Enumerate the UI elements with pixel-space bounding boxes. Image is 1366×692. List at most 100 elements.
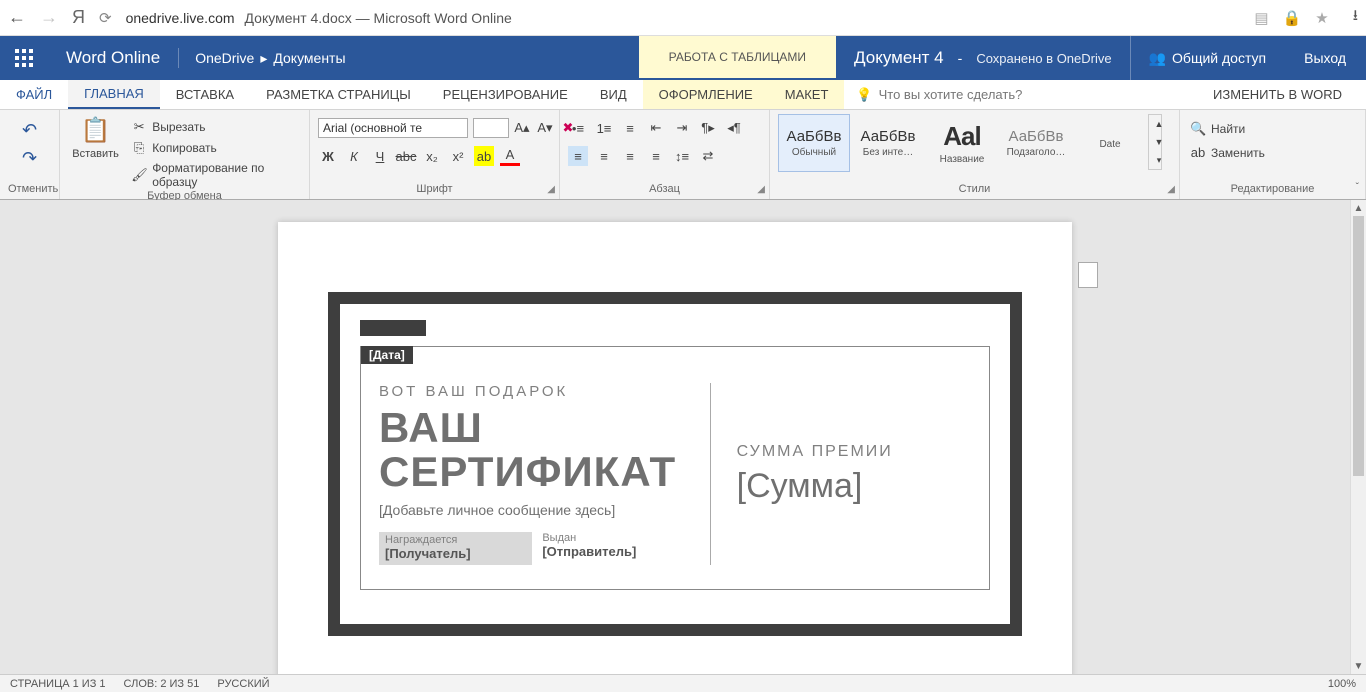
indent-icon[interactable]: ⇥	[672, 118, 692, 138]
tab-table-design[interactable]: ОФОРМЛЕНИЕ	[643, 80, 769, 109]
prize-value[interactable]: [Сумма]	[737, 467, 971, 506]
prize-label[interactable]: СУММА ПРЕМИИ	[737, 443, 971, 461]
tab-table-layout[interactable]: МАКЕТ	[769, 80, 845, 109]
download-icon[interactable]: ⭳	[1353, 5, 1358, 30]
cert-title[interactable]: ВАШСЕРТИФИКАТ	[379, 406, 684, 494]
superscript-icon[interactable]: x²	[448, 146, 468, 166]
zoom-level[interactable]: 100%	[1328, 678, 1356, 690]
paste-button[interactable]: 📋 Вставить	[68, 114, 123, 162]
address-bar[interactable]: onedrive.live.com Документ 4.docx — Micr…	[126, 10, 1241, 26]
shrink-font-icon[interactable]: A▾	[535, 118, 555, 138]
ltr-icon[interactable]: ¶▸	[698, 118, 718, 138]
kicker-text[interactable]: ВОТ ВАШ ПОДАРОК	[379, 383, 684, 400]
align-right-icon[interactable]: ≡	[620, 146, 640, 166]
tab-review[interactable]: РЕЦЕНЗИРОВАНИЕ	[427, 80, 584, 109]
vertical-scrollbar[interactable]: ▲ ▼	[1350, 200, 1366, 674]
scroll-up-icon[interactable]: ▲	[1351, 200, 1366, 216]
crumb-folder[interactable]: Документы	[273, 50, 345, 66]
scroll-thumb[interactable]	[1353, 216, 1364, 476]
table-handle[interactable]	[1078, 262, 1098, 288]
font-size-select[interactable]	[473, 118, 509, 138]
font-dialog-launcher[interactable]: ◢	[547, 184, 555, 195]
ribbon-collapse-icon[interactable]: ˇ	[1356, 182, 1359, 193]
tell-me-search[interactable]: 💡 Что вы хотите сделать?	[844, 80, 1034, 109]
tab-home[interactable]: ГЛАВНАЯ	[68, 80, 160, 109]
word-count[interactable]: СЛОВ: 2 ИЗ 51	[124, 678, 200, 690]
align-left-icon[interactable]: ≡	[568, 146, 588, 166]
tab-view[interactable]: ВИД	[584, 80, 643, 109]
language-indicator[interactable]: РУССКИЙ	[217, 678, 269, 690]
font-color-icon[interactable]: A	[500, 146, 520, 166]
app-name[interactable]: Word Online	[48, 48, 179, 68]
back-icon[interactable]: ←	[8, 7, 26, 28]
cut-button[interactable]: ✂Вырезать	[129, 118, 301, 136]
saved-status: Сохранено в OneDrive	[976, 51, 1111, 66]
styles-expand[interactable]: ▾	[1149, 151, 1169, 169]
app-launcher-icon[interactable]	[0, 36, 48, 80]
styles-scroll-down[interactable]: ▼	[1149, 133, 1169, 151]
paste-icon: 📋	[81, 116, 111, 145]
copy-button[interactable]: ⎘Копировать	[129, 139, 301, 157]
share-label: Общий доступ	[1172, 50, 1266, 66]
bookmark-icon[interactable]: ★	[1315, 9, 1328, 27]
highlight-icon[interactable]: ab	[474, 146, 494, 166]
document-name[interactable]: Документ 4	[854, 48, 944, 68]
bullets-icon[interactable]: •≡	[568, 118, 588, 138]
yandex-logo[interactable]: Я	[72, 7, 85, 28]
subscript-icon[interactable]: x₂	[422, 146, 442, 166]
line-spacing-icon[interactable]: ↕≡	[672, 146, 692, 166]
reload-icon[interactable]: ⟳	[99, 9, 112, 27]
personal-message[interactable]: [Добавьте личное сообщение здесь]	[379, 502, 684, 518]
chevron-right-icon: ▸	[260, 50, 267, 67]
replace-button[interactable]: abЗаменить	[1188, 144, 1267, 161]
sender-cell[interactable]: Выдан [Отправитель]	[542, 532, 683, 565]
tell-me-placeholder: Что вы хотите сделать?	[879, 87, 1023, 102]
lock-icon[interactable]: 🔒	[1283, 9, 1302, 27]
page-indicator[interactable]: СТРАНИЦА 1 ИЗ 1	[10, 678, 106, 690]
special-indent-icon[interactable]: ⇄	[698, 146, 718, 166]
crumb-onedrive[interactable]: OneDrive	[195, 50, 254, 66]
underline-icon[interactable]: Ч	[370, 146, 390, 166]
signout-link[interactable]: Выход	[1284, 50, 1366, 66]
recipient-cell[interactable]: Награждается [Получатель]	[379, 532, 532, 565]
align-center-icon[interactable]: ≡	[594, 146, 614, 166]
decor-bar	[360, 320, 426, 336]
date-field[interactable]: [Дата]	[361, 346, 413, 364]
page[interactable]: [Дата] ВОТ ВАШ ПОДАРОК ВАШСЕРТИФИКАТ [До…	[278, 222, 1072, 674]
styles-dialog-launcher[interactable]: ◢	[1167, 184, 1175, 195]
scroll-down-icon[interactable]: ▼	[1351, 658, 1366, 674]
tab-insert[interactable]: ВСТАВКА	[160, 80, 250, 109]
browser-bar: ← → Я ⟳ onedrive.live.com Документ 4.doc…	[0, 0, 1366, 36]
find-button[interactable]: 🔍Найти	[1188, 120, 1247, 138]
tab-file[interactable]: ФАЙЛ	[0, 80, 68, 109]
style-normal[interactable]: АаБбВвОбычный	[778, 114, 850, 172]
group-styles-label: Стили	[778, 183, 1171, 197]
style-subtitle[interactable]: АаБбВвПодзаголо…	[1000, 114, 1072, 172]
share-button[interactable]: 👥 Общий доступ	[1130, 36, 1285, 80]
numbering-icon[interactable]: 1≡	[594, 118, 614, 138]
paragraph-dialog-launcher[interactable]: ◢	[757, 184, 765, 195]
tab-layout[interactable]: РАЗМЕТКА СТРАНИЦЫ	[250, 80, 427, 109]
redo-icon[interactable]: ↷	[20, 148, 40, 168]
undo-icon[interactable]: ↶	[20, 120, 40, 140]
style-date[interactable]: Date	[1074, 114, 1146, 172]
bold-icon[interactable]: Ж	[318, 146, 338, 166]
forward-icon[interactable]: →	[40, 7, 58, 28]
outdent-icon[interactable]: ⇤	[646, 118, 666, 138]
italic-icon[interactable]: К	[344, 146, 364, 166]
format-painter-button[interactable]: 🖌Форматирование по образцу	[129, 160, 301, 190]
grow-font-icon[interactable]: A▴	[512, 118, 532, 138]
edit-in-word[interactable]: ИЗМЕНИТЬ В WORD	[1189, 80, 1366, 109]
table-tools-tab[interactable]: РАБОТА С ТАБЛИЦАМИ	[639, 36, 836, 80]
justify-icon[interactable]: ≡	[646, 146, 666, 166]
protect-icon[interactable]: ▤	[1254, 9, 1268, 27]
styles-scroll-up[interactable]: ▲	[1149, 115, 1169, 133]
style-title[interactable]: AalНазвание	[926, 114, 998, 172]
document-canvas[interactable]: [Дата] ВОТ ВАШ ПОДАРОК ВАШСЕРТИФИКАТ [До…	[0, 200, 1350, 674]
strike-icon[interactable]: abc	[396, 146, 416, 166]
rtl-icon[interactable]: ◂¶	[724, 118, 744, 138]
font-name-select[interactable]: Arial (основной те	[318, 118, 468, 138]
breadcrumb: OneDrive ▸ Документы	[179, 50, 361, 67]
multilevel-icon[interactable]: ≡	[620, 118, 640, 138]
style-no-spacing[interactable]: АаБбВвБез инте…	[852, 114, 924, 172]
